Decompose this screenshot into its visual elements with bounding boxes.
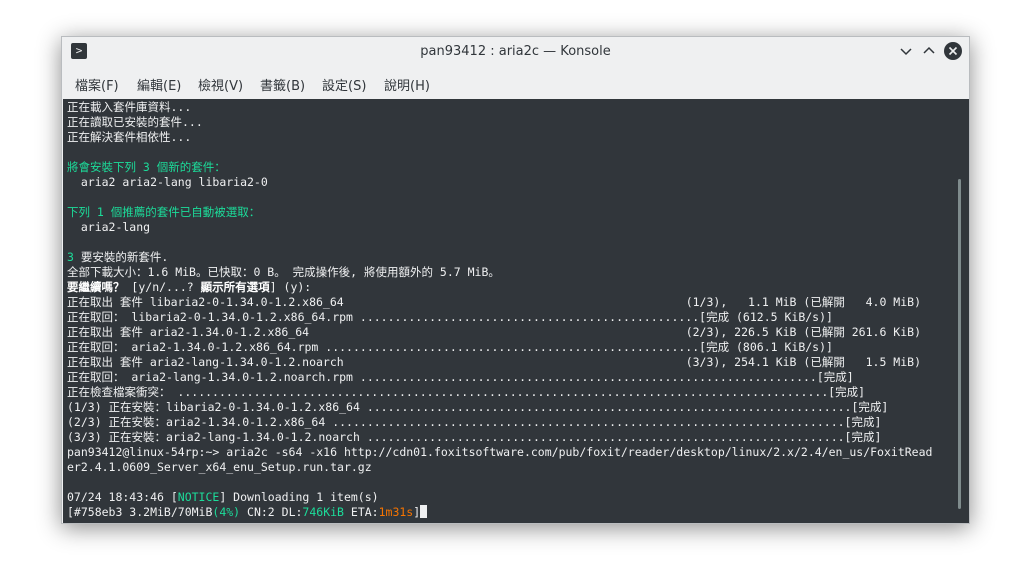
menu-view[interactable]: 檢視(V) [198, 75, 243, 94]
terminal-line: 正在解決套件相依性... [67, 130, 192, 144]
terminal-line: 07/24 18:43:46 [NOTICE] Downloading 1 it… [67, 490, 379, 505]
menu-file[interactable]: 檔案(F) [75, 75, 119, 94]
menu-bookmarks[interactable]: 書籤(B) [260, 75, 305, 94]
progress-summary: (2/3), 226.5 KiB (已解開 261.6 KiB) [685, 325, 921, 339]
menu-bar: 檔案(F) 編輯(E) 檢視(V) 書籤(B) 設定(S) 說明(H) [62, 67, 969, 99]
terminal-line: 全部下載大小：1.6 MiB。已快取：0 B。 完成操作後, 將使用額外的 5.… [67, 265, 500, 279]
terminal-line: (2/3) 正在安裝：aria2-1.34.0-1.2.x86_64 .....… [67, 415, 882, 429]
chevron-down-icon [900, 48, 912, 56]
terminal-line: 正在檢查檔案衝突： ..............................… [67, 385, 866, 399]
window-title: pan93412 : aria2c — Konsole [420, 44, 611, 59]
terminal-line: pan93412@linux-54rp:~> aria2c -s64 -x16 … [67, 445, 933, 459]
terminal-line: 正在取出 套件 aria2-1.34.0-1.2.x86_64 (2/3), 22… [67, 325, 947, 340]
terminal-text: 07/24 18:43:46 [ [67, 490, 178, 504]
terminal-text: ] Downloading 1 item(s) [219, 490, 379, 504]
download-status: [#758eb3 3.2MiB/70MiB [67, 505, 213, 519]
terminal-line: aria2 aria2-lang libaria2-0 [67, 175, 268, 189]
menu-settings[interactable]: 設定(S) [322, 75, 366, 94]
close-button[interactable] [943, 41, 963, 61]
terminal-line: 下列 1 個推薦的套件已自動被選取： [67, 205, 261, 219]
terminal-line: 正在取出 套件 aria2-lang-1.34.0-1.2.noarch (3/3… [67, 355, 947, 370]
terminal-line: [#758eb3 3.2MiB/70MiB(4%) CN:2 DL:746KiB… [67, 505, 428, 520]
konsole-window: > pan93412 : aria2c — Konsole 檔案(F) 編輯(E… [61, 36, 970, 524]
terminal-text: CN:2 DL: [240, 505, 303, 519]
terminal-text: 正在取出 套件 aria2-lang-1.34.0-1.2.noarch [67, 355, 344, 369]
prompt-option: 顯示所有選項 [200, 280, 270, 294]
download-speed: 746KiB [302, 505, 344, 519]
terminal-line: (1/3) 正在安裝：libaria2-0-1.34.0-1.2.x86_64 … [67, 400, 889, 414]
notice-label: NOTICE [177, 490, 220, 504]
terminal-line: 正在取回： aria2-lang-1.34.0-1.2.noarch.rpm .… [67, 370, 854, 384]
terminal-line: 要繼續嗎？ [y/n/...? 顯示所有選項] (y): [67, 280, 311, 295]
close-icon [944, 42, 962, 60]
terminal-text: [y/n/...? [124, 280, 201, 294]
terminal-text: ETA: [343, 505, 379, 519]
terminal-text: 正在取出 套件 libaria2-0-1.34.0-1.2.x86_64 [67, 295, 344, 309]
text-cursor [420, 505, 428, 518]
menu-edit[interactable]: 編輯(E) [137, 75, 181, 94]
chevron-up-icon [923, 46, 935, 54]
terminal-line: 將會安裝下列 3 個新的套件： [67, 160, 226, 174]
download-eta: 1m31s [378, 505, 414, 519]
terminal-line: (3/3) 正在安裝：aria2-lang-1.34.0-1.2.noarch … [67, 430, 882, 444]
terminal-text: ] [413, 505, 421, 519]
terminal-line: 3 要安裝的新套件. [67, 250, 168, 265]
terminal-line: er2.4.1.0609_Server_x64_enu_Setup.run.ta… [67, 460, 372, 474]
package-count: 3 [67, 250, 74, 264]
terminal-view[interactable]: 正在載入套件庫資料... 正在讀取已安裝的套件... 正在解決套件相依性... … [63, 99, 969, 523]
title-bar[interactable]: > pan93412 : aria2c — Konsole [62, 37, 969, 67]
terminal-line: 正在取出 套件 libaria2-0-1.34.0-1.2.x86_64 (1/3… [67, 295, 947, 310]
download-percent: (4%) [212, 505, 241, 519]
terminal-line: 正在取回： libaria2-0-1.34.0-1.2.x86_64.rpm .… [67, 310, 833, 324]
terminal-line: 正在取回： aria2-1.34.0-1.2.x86_64.rpm ......… [67, 340, 833, 354]
terminal-line: 正在載入套件庫資料... [67, 100, 192, 114]
menu-help[interactable]: 說明(H) [384, 75, 430, 94]
minimize-button[interactable] [896, 41, 916, 61]
terminal-line: aria2-lang [67, 220, 151, 234]
maximize-button[interactable] [919, 41, 939, 61]
terminal-text: 正在取出 套件 aria2-1.34.0-1.2.x86_64 [67, 325, 310, 339]
progress-summary: (1/3), 1.1 MiB (已解開 4.0 MiB) [685, 295, 921, 309]
progress-summary: (3/3), 254.1 KiB (已解開 1.5 MiB) [685, 355, 921, 369]
prompt-question: 要繼續嗎？ [67, 280, 125, 294]
terminal-text: 要安裝的新套件. [73, 250, 169, 264]
terminal-text: ] (y): [269, 280, 312, 294]
terminal-line: 正在讀取已安裝的套件... [67, 115, 203, 129]
terminal-scrollbar[interactable] [958, 179, 961, 509]
